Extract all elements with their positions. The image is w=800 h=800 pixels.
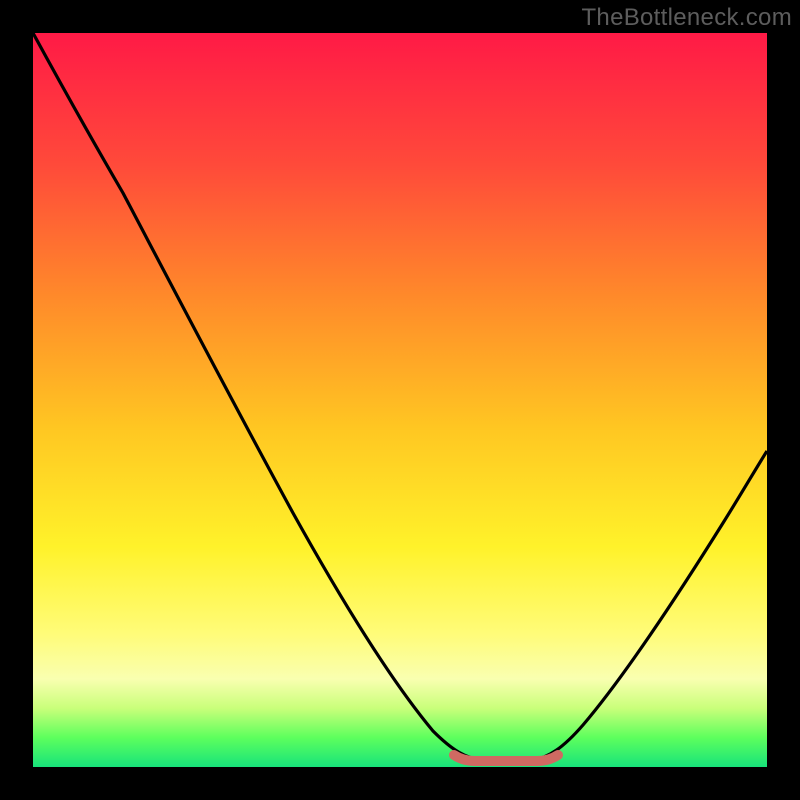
chart-frame: TheBottleneck.com [0, 0, 800, 800]
plot-area [33, 33, 767, 767]
optimal-flat-segment [454, 755, 558, 761]
watermark-text: TheBottleneck.com [581, 4, 792, 32]
curve-path [33, 33, 767, 760]
bottleneck-curve [33, 33, 767, 767]
